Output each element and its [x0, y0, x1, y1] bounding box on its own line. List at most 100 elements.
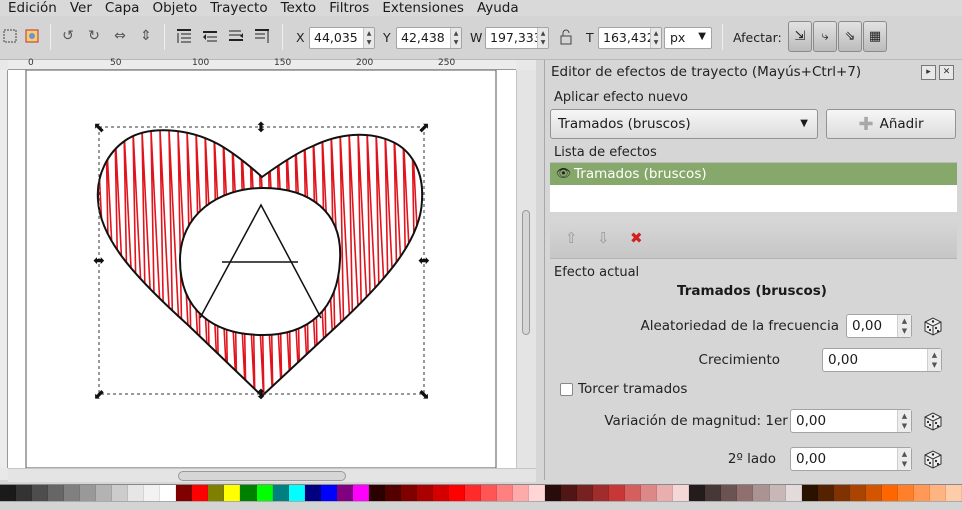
color-swatch[interactable]: [721, 485, 738, 501]
eye-icon[interactable]: 👁: [556, 166, 571, 180]
color-swatch[interactable]: [641, 485, 658, 501]
menu-ayuda[interactable]: Ayuda: [471, 1, 526, 15]
scale-handle[interactable]: ⬋: [93, 387, 105, 403]
freq-randomness-input[interactable]: 0,00 ▲ ▼: [846, 314, 912, 338]
scale-stroke-button[interactable]: ⇲: [788, 21, 812, 52]
color-swatch[interactable]: [208, 485, 225, 501]
color-swatch[interactable]: [256, 485, 273, 501]
y-spin-arrows[interactable]: ▲ ▼: [450, 28, 461, 48]
magnitude-side2-spin-arrows[interactable]: ▲ ▼: [897, 448, 911, 470]
flip-horizontal-icon[interactable]: ⇔: [110, 26, 130, 46]
menu-texto[interactable]: Texto: [275, 1, 324, 15]
lower-icon[interactable]: [226, 26, 246, 46]
color-swatch[interactable]: [625, 485, 642, 501]
color-swatch[interactable]: [192, 485, 209, 501]
color-swatch[interactable]: [577, 485, 594, 501]
y-input[interactable]: 42,438 ▲ ▼: [396, 27, 462, 49]
color-swatch[interactable]: [448, 485, 465, 501]
color-swatch[interactable]: [416, 485, 433, 501]
color-swatch[interactable]: [160, 485, 177, 501]
color-swatch[interactable]: [176, 485, 193, 501]
freq-spin-arrows[interactable]: ▲ ▼: [897, 315, 911, 337]
menu-capa[interactable]: Capa: [99, 1, 147, 15]
scale-handle[interactable]: ⬌: [418, 253, 430, 269]
scale-handle[interactable]: ⬈: [418, 120, 430, 136]
horizontal-scroll-thumb[interactable]: [178, 471, 346, 481]
color-swatch[interactable]: [657, 485, 674, 501]
x-spin-arrows[interactable]: ▲ ▼: [363, 28, 374, 48]
color-swatch[interactable]: [288, 485, 305, 501]
dock-iconify-icon[interactable]: ▸: [921, 65, 936, 80]
color-swatch[interactable]: [897, 485, 914, 501]
raise-to-top-icon[interactable]: [174, 26, 194, 46]
color-swatch[interactable]: [705, 485, 722, 501]
select-all-layers-icon[interactable]: [22, 26, 42, 46]
color-swatch[interactable]: [64, 485, 81, 501]
w-input[interactable]: 197,333 ▲ ▼: [485, 27, 549, 49]
delete-icon[interactable]: ✖: [630, 229, 643, 247]
color-swatch[interactable]: [689, 485, 706, 501]
color-swatch[interactable]: [529, 485, 546, 501]
scale-handle[interactable]: ⬉: [93, 120, 105, 136]
randomize-dice-icon[interactable]: [922, 448, 944, 470]
select-all-icon[interactable]: [0, 26, 20, 46]
color-swatch[interactable]: [881, 485, 898, 501]
move-down-icon[interactable]: ⇩: [597, 229, 610, 247]
color-swatch[interactable]: [673, 485, 690, 501]
horizontal-scrollbar[interactable]: [8, 468, 536, 482]
scale-handle[interactable]: ⬊: [418, 387, 430, 403]
flip-vertical-icon[interactable]: ⇕: [136, 26, 156, 46]
color-swatch[interactable]: [865, 485, 882, 501]
menu-objeto[interactable]: Objeto: [146, 1, 204, 15]
magnitude-side1-spin-arrows[interactable]: ▲ ▼: [897, 410, 911, 432]
color-swatch[interactable]: [400, 485, 417, 501]
color-swatch[interactable]: [352, 485, 369, 501]
color-swatch[interactable]: [609, 485, 626, 501]
color-swatch[interactable]: [817, 485, 834, 501]
color-swatch[interactable]: [336, 485, 353, 501]
color-swatch[interactable]: [432, 485, 449, 501]
unit-select[interactable]: px ▼: [664, 27, 712, 49]
transform-gradients-button[interactable]: ⇘: [838, 21, 862, 52]
horizontal-ruler[interactable]: 0 50 100 150 200 250: [8, 58, 516, 70]
x-input[interactable]: 44,035 ▲ ▼: [309, 27, 375, 49]
drawing-canvas[interactable]: ⬉ ⬍ ⬈ ⬌ ⬌ ⬋ ⬍ ⬊: [8, 70, 516, 468]
randomize-dice-icon[interactable]: [922, 410, 944, 432]
dock-close-icon[interactable]: ✕: [939, 65, 954, 80]
magnitude-side2-input[interactable]: 0,00 ▲ ▼: [790, 447, 912, 471]
effect-list-item[interactable]: 👁 Tramados (bruscos): [550, 163, 957, 185]
color-swatch[interactable]: [128, 485, 145, 501]
color-swatch[interactable]: [272, 485, 289, 501]
color-swatch[interactable]: [368, 485, 385, 501]
twist-hatches-checkbox[interactable]: [560, 383, 573, 396]
artwork[interactable]: ⬉ ⬍ ⬈ ⬌ ⬌ ⬋ ⬍ ⬊: [8, 70, 516, 468]
raise-icon[interactable]: [200, 26, 220, 46]
menu-trayecto[interactable]: Trayecto: [204, 1, 274, 15]
color-swatch[interactable]: [496, 485, 513, 501]
color-swatch[interactable]: [480, 485, 497, 501]
growth-input[interactable]: 0,00 ▲ ▼: [822, 348, 942, 372]
vertical-ruler[interactable]: [0, 70, 8, 468]
vertical-scroll-thumb[interactable]: [522, 210, 530, 335]
color-swatch[interactable]: [753, 485, 770, 501]
color-swatch[interactable]: [96, 485, 113, 501]
color-swatch[interactable]: [769, 485, 786, 501]
randomize-dice-icon[interactable]: [922, 315, 944, 337]
color-swatch[interactable]: [48, 485, 65, 501]
color-swatch[interactable]: [80, 485, 97, 501]
move-up-icon[interactable]: ⇧: [565, 229, 578, 247]
transform-patterns-button[interactable]: ▦: [863, 21, 887, 52]
color-swatch[interactable]: [945, 485, 962, 501]
color-swatch[interactable]: [561, 485, 578, 501]
lock-icon[interactable]: [556, 27, 576, 47]
menu-extensiones[interactable]: Extensiones: [376, 1, 471, 15]
rotate-ccw-icon[interactable]: ↺: [58, 26, 78, 46]
color-swatch[interactable]: [513, 485, 530, 501]
color-swatch[interactable]: [913, 485, 930, 501]
color-swatch[interactable]: [849, 485, 866, 501]
color-swatch[interactable]: [16, 485, 33, 501]
scale-corners-button[interactable]: ⤷: [813, 21, 837, 52]
rotate-cw-icon[interactable]: ↻: [84, 26, 104, 46]
growth-spin-arrows[interactable]: ▲ ▼: [927, 349, 941, 371]
lower-to-bottom-icon[interactable]: [252, 26, 272, 46]
